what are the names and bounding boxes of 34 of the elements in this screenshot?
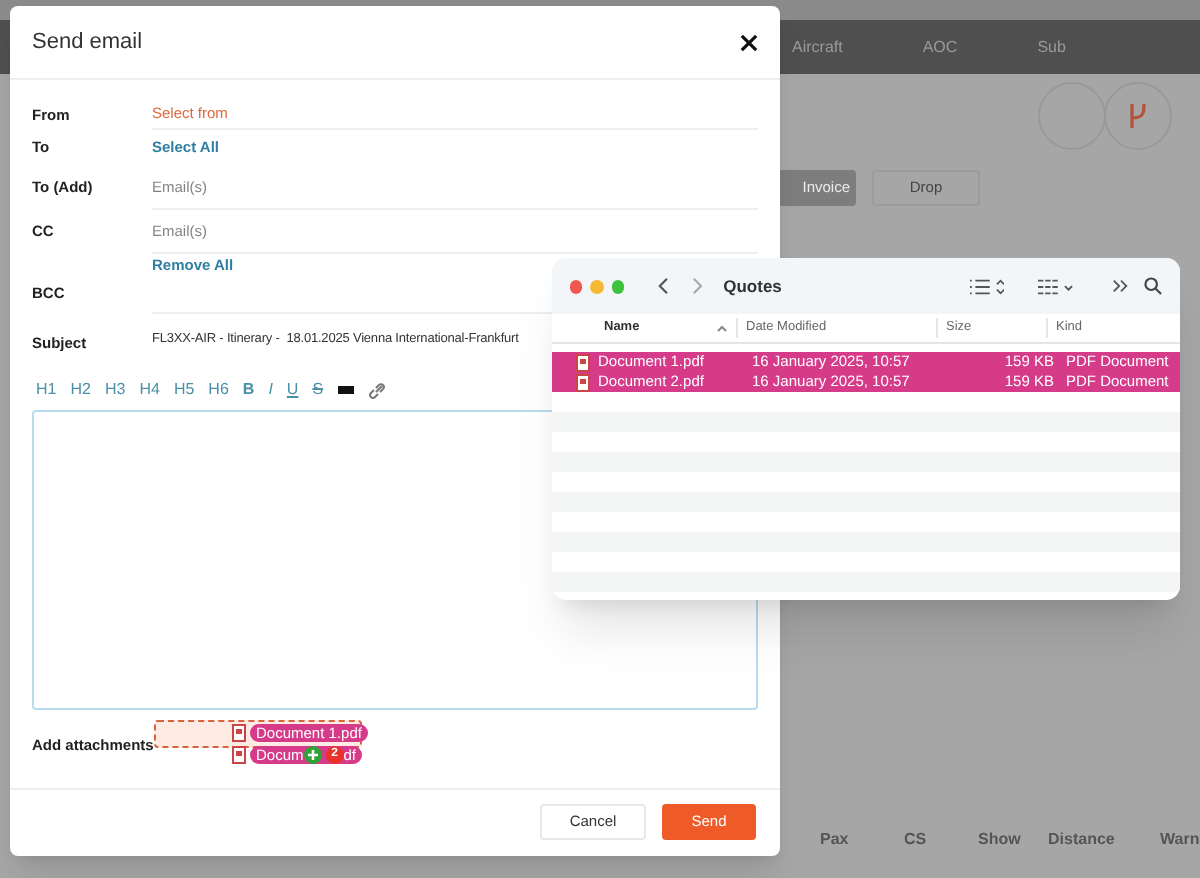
add-icon	[303, 746, 322, 764]
nav-tab[interactable]: Sub	[1037, 35, 1066, 59]
column-header: Show	[978, 828, 1021, 852]
format-button[interactable]: H1	[36, 378, 57, 402]
more-icon[interactable]	[1111, 278, 1128, 294]
format-button[interactable]: H6	[208, 378, 229, 402]
branch-icon	[1124, 100, 1152, 132]
format-button[interactable]: H4	[139, 378, 160, 402]
list-view-icon[interactable]	[969, 277, 1004, 295]
dialog-title: Send email	[32, 27, 143, 58]
column-header: Distance	[1048, 828, 1115, 852]
format-button[interactable]: I	[268, 378, 273, 402]
format-button[interactable]: H3	[104, 378, 126, 402]
highlight-icon[interactable]	[337, 386, 354, 394]
link-icon[interactable]	[367, 381, 386, 399]
grid-view-icon[interactable]	[1037, 277, 1074, 295]
column-header: Pax	[820, 828, 849, 852]
window-title: Quotes	[723, 273, 782, 299]
sort-icon[interactable]	[716, 324, 728, 332]
pdf-file-icon	[232, 724, 246, 742]
back-icon[interactable]	[657, 276, 669, 296]
search-icon[interactable]	[1144, 276, 1162, 296]
format-button[interactable]: S	[312, 378, 324, 402]
format-button[interactable]: H2	[70, 378, 91, 402]
format-button[interactable]: U	[286, 378, 299, 402]
format-button[interactable]: B	[242, 378, 255, 402]
nav-tab[interactable]: Aircraft	[792, 35, 843, 59]
nav-tab[interactable]: AOC	[922, 35, 958, 59]
close-window-button[interactable]	[570, 279, 583, 293]
format-button[interactable]: H5	[173, 378, 195, 402]
column-header: CS	[904, 828, 927, 852]
close-icon[interactable]	[740, 33, 758, 51]
column-header: Warn	[1160, 828, 1200, 852]
pdf-file-icon	[232, 746, 246, 764]
